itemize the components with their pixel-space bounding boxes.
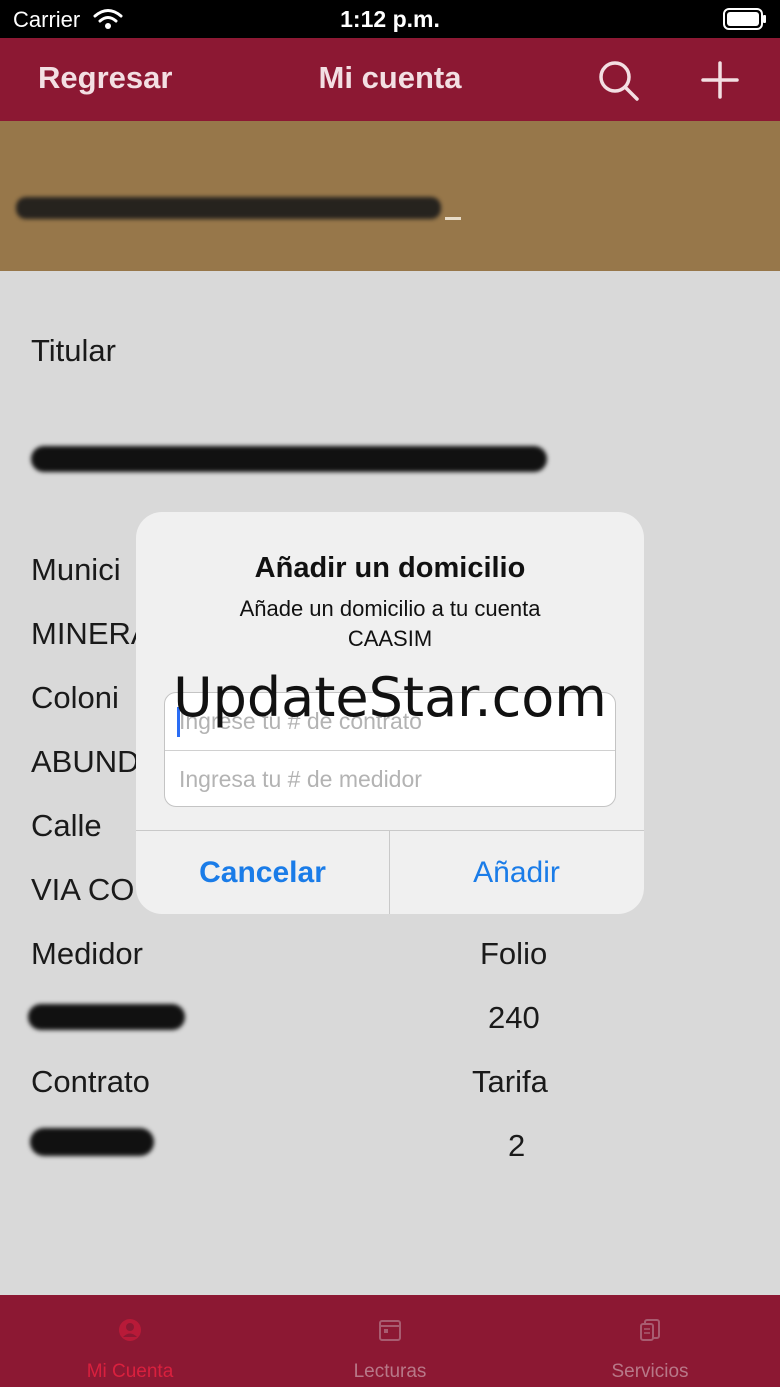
redacted-titular [31, 446, 547, 472]
search-icon[interactable] [596, 58, 640, 102]
tab-lecturas[interactable]: Lecturas [260, 1295, 520, 1387]
add-button[interactable]: Añadir [390, 831, 643, 914]
user-icon [119, 1319, 141, 1341]
text-cursor [177, 707, 180, 737]
tarifa-value: 2 [508, 1128, 526, 1163]
calle-label: Calle [31, 808, 102, 843]
tab-label: Lecturas [353, 1361, 427, 1382]
medidor-label: Medidor [31, 936, 143, 971]
folio-value: 240 [488, 1000, 540, 1035]
banner-underscore [445, 217, 461, 220]
redacted-medidor [28, 1004, 185, 1030]
colonia-value: ABUND [31, 744, 140, 779]
status-time: 1:12 p.m. [340, 6, 440, 32]
colonia-label: Coloni [31, 680, 119, 715]
dialog-title: Añadir un domicilio [254, 552, 526, 584]
municipio-label: Munici [31, 552, 121, 587]
tab-bar: Mi Cuenta Lecturas Servicios [0, 1295, 780, 1387]
tab-mi-cuenta[interactable]: Mi Cuenta [0, 1295, 260, 1387]
contrato-label: Contrato [31, 1064, 150, 1099]
nav-bar: Regresar Mi cuenta [0, 38, 780, 121]
redacted-contrato [30, 1128, 154, 1156]
tab-label: Mi Cuenta [86, 1361, 174, 1382]
redacted-account-name [16, 197, 441, 219]
cancel-button[interactable]: Cancelar [136, 831, 389, 914]
add-address-dialog: Añadir un domicilio Añade un domicilio a… [136, 512, 644, 914]
titular-label: Titular [31, 333, 116, 368]
calle-value: VIA CO [31, 872, 135, 907]
folio-label: Folio [480, 936, 548, 971]
battery-icon [723, 8, 766, 30]
tab-label: Servicios [611, 1361, 689, 1382]
dialog-fields [164, 692, 616, 807]
tab-servicios[interactable]: Servicios [520, 1295, 780, 1387]
status-bar: Carrier 1:12 p.m. [0, 0, 780, 38]
tarifa-label: Tarifa [472, 1064, 548, 1099]
document-icon [640, 1319, 660, 1341]
meter-number-input[interactable] [165, 751, 615, 806]
calendar-icon [379, 1320, 401, 1341]
municipio-value: MINERA [31, 616, 152, 651]
back-button[interactable]: Regresar [38, 60, 172, 96]
plus-icon[interactable] [700, 60, 740, 100]
contract-number-input[interactable] [165, 693, 615, 750]
account-banner [0, 121, 780, 271]
dialog-message: Añade un domicilio a tu cuenta CAASIM [239, 596, 541, 651]
